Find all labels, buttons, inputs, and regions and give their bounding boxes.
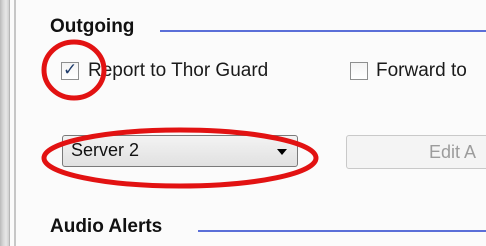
- checkmark-icon: ✓: [63, 60, 78, 80]
- settings-panel: Outgoing ✓ Report to Thor Guard Forward …: [0, 0, 486, 246]
- forward-to-label: Forward to: [376, 60, 467, 81]
- dropdown-arrow-icon: [277, 149, 287, 155]
- server-select[interactable]: Server 2: [62, 135, 298, 167]
- edit-button-label: Edit A: [429, 142, 477, 162]
- outgoing-group-rule: [160, 30, 486, 32]
- outgoing-group-header: Outgoing: [50, 16, 135, 37]
- divider-line: [14, 0, 16, 246]
- audio-alerts-group-rule: [198, 230, 486, 232]
- server-select-value: Server 2: [71, 140, 140, 160]
- audio-alerts-group-header: Audio Alerts: [50, 216, 163, 237]
- report-to-thor-guard-label: Report to Thor Guard: [88, 60, 269, 81]
- forward-to-checkbox[interactable]: [350, 62, 368, 80]
- window-border: [0, 0, 10, 246]
- report-to-thor-guard-checkbox[interactable]: ✓: [61, 60, 79, 80]
- edit-button[interactable]: Edit A: [346, 135, 486, 169]
